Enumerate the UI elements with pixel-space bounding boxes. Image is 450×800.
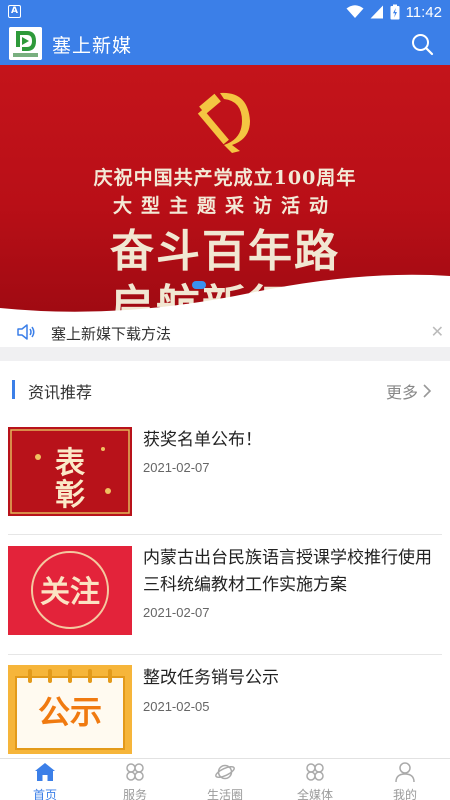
section-divider <box>0 347 450 361</box>
news-headline[interactable]: 整改任务销号公示 <box>143 665 436 692</box>
news-headline[interactable]: 内蒙古出台民族语言授课学校推行使用三科统编教材工作实施方案 <box>143 545 436 599</box>
banner-subtitle-1: 庆祝中国共产党成立100周年 <box>93 167 357 189</box>
app-title: 塞上新媒 <box>52 35 133 57</box>
home-icon[interactable] <box>34 761 56 783</box>
service-icon[interactable] <box>124 761 146 783</box>
award-thumb-text-2: 彰 <box>55 478 85 513</box>
battery-icon <box>390 4 400 20</box>
close-icon[interactable]: ✕ <box>431 324 444 340</box>
tab-home[interactable]: 首页 <box>0 759 90 800</box>
attention-thumb-text: 关注 <box>40 575 100 610</box>
notice-text[interactable]: 塞上新媒下载方法 <box>51 323 171 344</box>
news-date: 2021-02-05 <box>143 699 210 714</box>
app-bar: 塞上新媒 <box>0 24 450 65</box>
news-item[interactable]: 关注 内蒙古出台民族语言授课学校推行使用三科统编教材工作实施方案 2021-02… <box>0 535 450 655</box>
status-bar: A 11:42 <box>0 0 450 24</box>
news-thumbnail[interactable]: 关注 <box>8 546 132 635</box>
attention-image: 关注 <box>8 546 132 635</box>
logo-icon <box>9 27 42 60</box>
chevron-right-icon[interactable] <box>422 383 432 399</box>
user-icon[interactable] <box>394 761 416 783</box>
news-item[interactable]: 表 彰 获奖名单公布！ 2021-02-07 <box>0 417 450 535</box>
tab-all-media[interactable]: 全媒体 <box>270 759 360 800</box>
hammer-sickle-icon <box>197 92 250 153</box>
more-link[interactable]: 更多 <box>386 379 432 403</box>
news-date: 2021-02-07 <box>143 460 210 475</box>
media-icon[interactable] <box>304 761 326 783</box>
more-label[interactable]: 更多 <box>386 379 418 403</box>
notice-thumb-text: 公示 <box>38 693 102 731</box>
news-item[interactable]: 公示 整改任务销号公示 2021-02-05 <box>0 655 450 760</box>
notification-a-icon: A <box>8 5 21 18</box>
news-thumbnail[interactable]: 公示 <box>8 665 132 754</box>
tab-label[interactable]: 服务 <box>90 786 180 800</box>
news-headline[interactable]: 获奖名单公布！ <box>143 427 436 454</box>
news-thumbnail[interactable]: 表 彰 <box>8 427 132 516</box>
notice-board-image: 公示 <box>8 665 132 754</box>
planet-icon[interactable] <box>214 761 236 783</box>
signal-icon <box>370 5 383 19</box>
search-icon[interactable] <box>410 32 434 56</box>
wifi-icon <box>346 5 364 18</box>
award-image: 表 彰 <box>8 427 132 516</box>
tab-label[interactable]: 生活圈 <box>180 786 270 800</box>
clock: 11:42 <box>405 3 442 21</box>
tab-mine[interactable]: 我的 <box>360 759 450 800</box>
section-header: 资讯推荐 更多 <box>0 361 450 417</box>
section-title: 资讯推荐 <box>28 383 93 402</box>
tab-life-circle[interactable]: 生活圈 <box>180 759 270 800</box>
banner-carousel[interactable]: 庆祝中国共产党成立100周年 大型主题采访活动 奋斗百年路 启航新征程 <box>0 65 450 317</box>
tab-service[interactable]: 服务 <box>90 759 180 800</box>
tab-label[interactable]: 我的 <box>360 786 450 800</box>
system-icons: 11:42 <box>346 2 442 22</box>
banner-subtitle-2: 大型主题采访活动 <box>112 195 337 217</box>
tab-label[interactable]: 全媒体 <box>270 786 360 800</box>
news-date: 2021-02-07 <box>143 605 210 620</box>
banner-wave <box>0 274 450 317</box>
section-accent-bar <box>12 380 15 399</box>
award-thumb-text-1: 表 <box>55 446 85 481</box>
bottom-tab-bar: 首页 服务 生活圈 全媒体 我的 <box>0 758 450 800</box>
tab-label[interactable]: 首页 <box>0 786 90 800</box>
notice-bar[interactable]: 塞上新媒下载方法 ✕ <box>0 317 450 347</box>
speaker-icon <box>17 324 35 340</box>
carousel-indicator[interactable] <box>192 281 206 289</box>
app-logo <box>9 27 42 60</box>
